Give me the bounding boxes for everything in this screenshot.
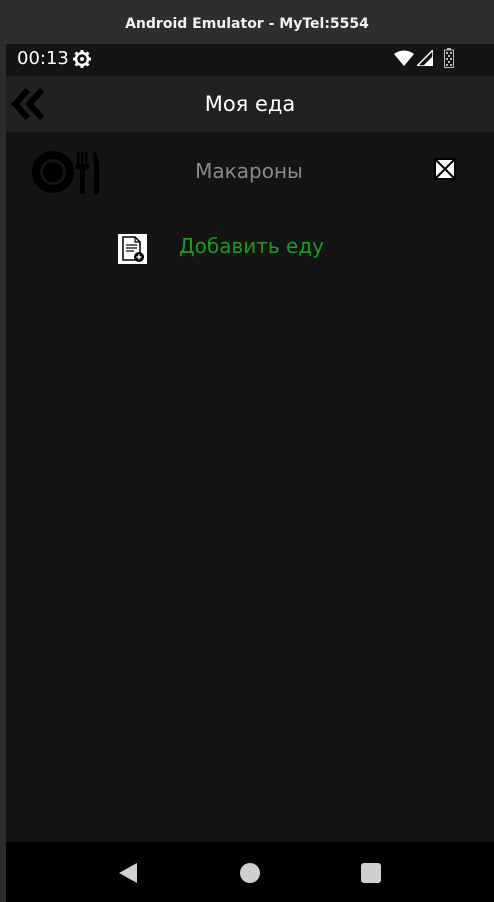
- device-screen: 00:13 Моя еда Макароны Добавить еду: [6, 44, 494, 902]
- window-title: Android Emulator - MyTel:5554: [125, 16, 369, 32]
- status-time: 00:13: [17, 48, 69, 69]
- add-document-icon: [118, 234, 147, 264]
- app-bar: Моя еда: [6, 76, 494, 132]
- plate-cutlery-icon: [32, 150, 100, 194]
- system-nav-bar: [6, 842, 494, 902]
- add-food-row[interactable]: Добавить еду: [6, 230, 494, 270]
- emulator-window: Android Emulator - MyTel:5554 00:13 Моя …: [0, 0, 494, 902]
- status-bar: 00:13: [6, 44, 494, 76]
- recents-square-icon[interactable]: [361, 863, 381, 883]
- home-circle-icon[interactable]: [240, 863, 260, 883]
- settings-gear-icon: [73, 50, 91, 68]
- add-food-button[interactable]: Добавить еду: [179, 234, 324, 258]
- wifi-icon: [394, 50, 414, 66]
- food-name: Макароны: [195, 159, 303, 183]
- close-box-icon: [434, 158, 456, 180]
- page-title: Моя еда: [204, 92, 296, 116]
- battery-icon: [444, 48, 454, 68]
- back-triangle-icon[interactable]: [118, 862, 138, 884]
- delete-food-button[interactable]: [434, 158, 456, 180]
- list-item[interactable]: Макароны: [6, 142, 494, 202]
- window-titlebar: Android Emulator - MyTel:5554: [0, 0, 494, 44]
- cell-signal-icon: [417, 50, 433, 66]
